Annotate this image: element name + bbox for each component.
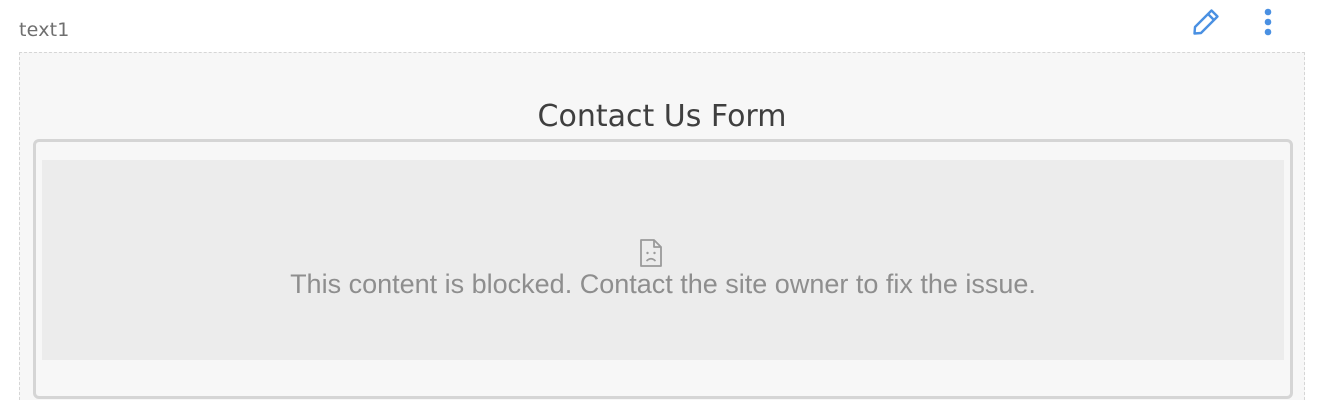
widget-name-label: text1	[19, 19, 70, 41]
blocked-content-area: This content is blocked. Contact the sit…	[42, 160, 1284, 360]
form-title: Contact Us Form	[537, 99, 787, 134]
blocked-content-message: This content is blocked. Contact the sit…	[290, 269, 1036, 299]
embedded-content-frame: This content is blocked. Contact the sit…	[33, 139, 1293, 399]
more-options-button[interactable]	[1252, 6, 1284, 42]
sad-document-icon	[638, 238, 664, 268]
pencil-icon	[1191, 7, 1221, 42]
edit-button[interactable]	[1188, 6, 1224, 42]
kebab-menu-icon	[1262, 7, 1274, 42]
widget-frame[interactable]: Contact Us Form This content is blocked.…	[19, 52, 1305, 400]
